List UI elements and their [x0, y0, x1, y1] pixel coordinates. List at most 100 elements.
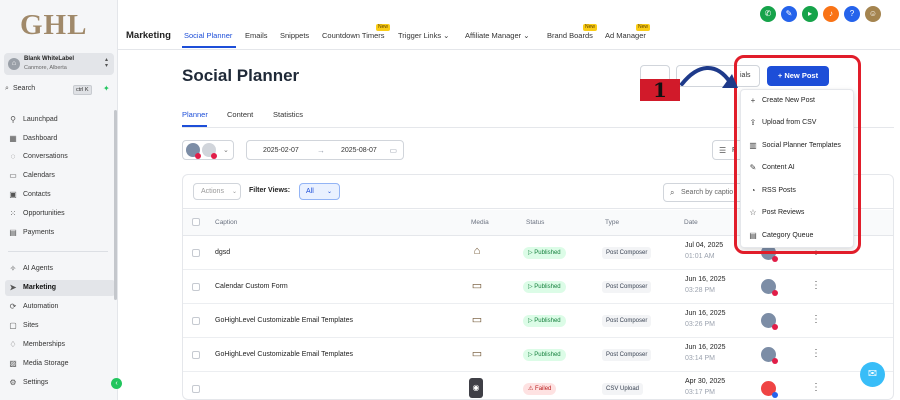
- row-checkbox[interactable]: [192, 385, 200, 393]
- search-placeholder: Search by captio: [681, 189, 734, 196]
- chevron-down-icon: ⌄: [523, 31, 530, 40]
- annotation-step-badge: 1: [640, 79, 680, 101]
- media-thumbnail-icon[interactable]: ▭: [467, 279, 487, 293]
- date-range-picker[interactable]: 2025-02-07 → 2025-08-07 ▭: [246, 140, 404, 160]
- arrow-right-icon: →: [317, 146, 325, 155]
- sidebar-item-dashboard[interactable]: ▦ Dashboard: [5, 131, 115, 147]
- account-switcher[interactable]: ⌂ Blank WhiteLabel Canmore, Alberta ▴ ▾: [4, 53, 114, 75]
- account-avatar: [761, 313, 778, 330]
- more-options-icon[interactable]: ⋮: [811, 382, 821, 393]
- media-thumbnail-icon[interactable]: ▭: [467, 347, 487, 361]
- row-checkbox[interactable]: [192, 317, 200, 325]
- column-caption[interactable]: Caption: [215, 219, 237, 226]
- sidebar-item-label: Opportunities: [23, 210, 65, 217]
- tab-label: Affiliate Manager: [465, 31, 522, 40]
- media-thumbnail-icon[interactable]: ▭: [467, 313, 487, 327]
- type-badge: CSV Upload: [602, 383, 644, 395]
- type-badge: Post Composer: [602, 349, 652, 361]
- social-account-picker[interactable]: ⌄: [182, 140, 234, 160]
- gear-icon: ⚙: [9, 378, 17, 387]
- sidebar-item-sites[interactable]: ▢ Sites: [5, 318, 115, 334]
- sidebar-item-media-storage[interactable]: ▨ Media Storage: [5, 356, 115, 372]
- chevron-down-icon: ⌄: [223, 147, 229, 154]
- help-chat-button[interactable]: ✉: [860, 362, 885, 387]
- instagram-icon: [772, 324, 778, 330]
- status-label: Published: [534, 352, 561, 358]
- bell-icon[interactable]: ♪: [823, 6, 839, 22]
- phone-icon[interactable]: ✆: [760, 6, 776, 22]
- megaphone-icon[interactable]: ✎: [781, 6, 797, 22]
- post-time: 03:14 PM: [685, 355, 715, 362]
- ai-sparkle-icon[interactable]: ✦: [103, 84, 110, 93]
- sidebar-scrollbar[interactable]: [114, 110, 117, 300]
- announcement-icon[interactable]: ▸: [802, 6, 818, 22]
- actions-dropdown[interactable]: Actions ⌄: [193, 183, 241, 200]
- chevron-down-icon: ⌄: [327, 189, 333, 195]
- tab-label: Trigger Links: [398, 31, 442, 40]
- tab-brand-boards[interactable]: Brand Boards: [547, 31, 593, 40]
- sidebar-item-conversations[interactable]: ◌ Conversations: [5, 149, 115, 165]
- table-row[interactable]: Calendar Custom Form ▭ ▷ Published Post …: [183, 270, 893, 304]
- status-label: Published: [534, 250, 561, 256]
- image-icon: ▨: [9, 359, 17, 368]
- instagram-icon: [772, 358, 778, 364]
- active-tab-indicator: [182, 46, 236, 48]
- sparkle-icon: ✧: [9, 264, 17, 273]
- column-type[interactable]: Type: [605, 219, 619, 226]
- tab-emails[interactable]: Emails: [245, 31, 268, 40]
- filter-views-dropdown[interactable]: All ⌄: [299, 183, 340, 200]
- filter-views-value: All: [306, 188, 314, 195]
- more-options-icon[interactable]: ⋮: [811, 314, 821, 325]
- column-status[interactable]: Status: [526, 219, 544, 226]
- tab-social-planner[interactable]: Social Planner: [184, 31, 232, 40]
- sidebar-item-label: Launchpad: [23, 116, 58, 123]
- chevron-down-icon: ⌄: [232, 189, 238, 195]
- media-thumbnail-icon[interactable]: ⌂: [467, 245, 487, 259]
- sidebar-item-automation[interactable]: ⟳ Automation: [5, 299, 115, 315]
- more-options-icon[interactable]: ⋮: [811, 280, 821, 291]
- tab-snippets[interactable]: Snippets: [280, 31, 309, 40]
- arrow-shaft: [680, 66, 732, 86]
- instagram-icon: [772, 290, 778, 296]
- status-badge: ▷ Published: [523, 281, 566, 293]
- help-icon[interactable]: ?: [844, 6, 860, 22]
- video-thumbnail-icon[interactable]: ◉: [469, 378, 483, 398]
- tab-countdown-timers[interactable]: Countdown Timers: [322, 31, 385, 40]
- row-checkbox[interactable]: [192, 351, 200, 359]
- table-row[interactable]: GoHighLevel Customizable Email Templates…: [183, 338, 893, 372]
- tab-content[interactable]: Content: [227, 110, 253, 119]
- tab-affiliate-manager[interactable]: Affiliate Manager ⌄: [465, 31, 530, 40]
- table-row[interactable]: GoHighLevel Customizable Email Templates…: [183, 304, 893, 338]
- search-label: Search: [13, 85, 36, 92]
- row-checkbox[interactable]: [192, 249, 200, 257]
- sidebar-item-label: Contacts: [23, 191, 51, 198]
- tab-statistics[interactable]: Statistics: [273, 110, 303, 119]
- column-date[interactable]: Date: [684, 219, 698, 226]
- sidebar-item-ai-agents[interactable]: ✧ AI Agents: [5, 261, 115, 277]
- sidebar-item-payments[interactable]: ▤ Payments: [5, 225, 115, 241]
- company-logo[interactable]: GHL: [20, 9, 87, 42]
- sidebar-item-calendars[interactable]: ▭ Calendars: [5, 168, 115, 184]
- type-badge: Post Composer: [602, 281, 652, 293]
- table-row[interactable]: ◉ ⚠ Failed CSV Upload Apr 30, 2025 03:17…: [183, 372, 893, 399]
- more-options-icon[interactable]: ⋮: [811, 348, 821, 359]
- sidebar-item-launchpad[interactable]: ⚲ Launchpad: [5, 112, 115, 128]
- user-avatar[interactable]: ☺: [865, 6, 881, 22]
- status-badge: ⚠ Failed: [523, 383, 557, 395]
- sidebar-item-opportunities[interactable]: ⁙ Opportunities: [5, 206, 115, 222]
- account-avatar: [761, 347, 778, 364]
- tab-planner[interactable]: Planner: [182, 110, 208, 119]
- sidebar-search[interactable]: ⌕ Search ctrl K ✦: [5, 84, 113, 96]
- select-all-checkbox[interactable]: [192, 218, 200, 226]
- send-icon: ➤: [9, 283, 17, 292]
- row-checkbox[interactable]: [192, 283, 200, 291]
- sidebar-item-settings[interactable]: ⚙ Settings: [5, 375, 115, 391]
- sidebar-item-contacts[interactable]: ▣ Contacts: [5, 187, 115, 203]
- search-icon: ⌕: [5, 85, 9, 92]
- collapse-sidebar-icon[interactable]: ‹: [111, 378, 122, 389]
- tab-trigger-links[interactable]: Trigger Links ⌄: [398, 31, 449, 40]
- tab-ad-manager[interactable]: Ad Manager: [605, 31, 646, 40]
- new-badge: New: [583, 24, 598, 31]
- sidebar-item-memberships[interactable]: ♢ Memberships: [5, 337, 115, 353]
- sidebar-item-marketing[interactable]: ➤ Marketing: [5, 280, 115, 296]
